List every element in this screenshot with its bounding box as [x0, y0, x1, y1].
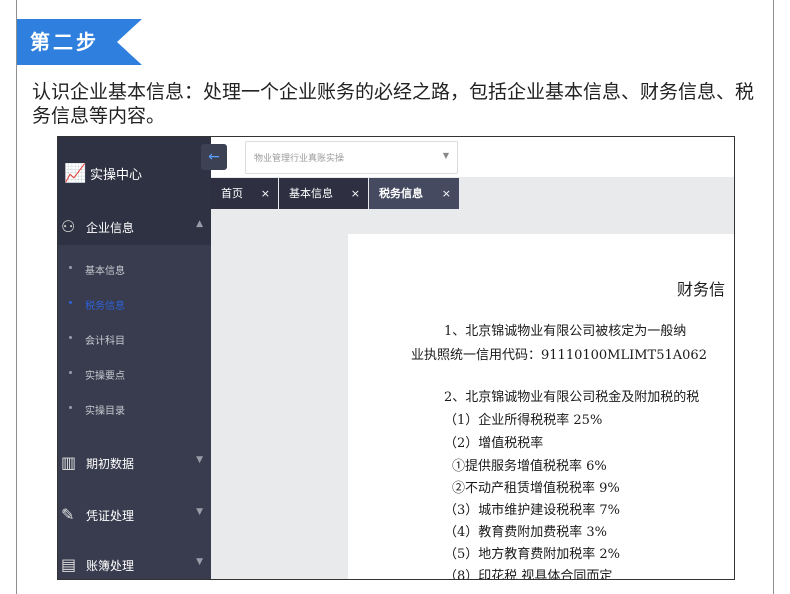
document-line: ②不动产租赁增值税税率 9% [452, 481, 620, 496]
bullet-icon [69, 301, 72, 304]
document-page: 财务信 1、北京锦诚物业有限公司被核定为一般纳 业执照统一信用代码：911101… [348, 234, 734, 579]
sidebar: 📈 实操中心 ⚇ 企业信息 ▲ 基本信息 税务信息 会计科目 实操要点 实操目录 [58, 137, 211, 579]
document-title: 财务信 [677, 280, 726, 299]
sidebar-item-label: 实操目录 [85, 406, 125, 417]
sidebar-group-opening-label: 期初数据 [86, 457, 135, 471]
sidebar-item-label: 税务信息 [85, 301, 125, 312]
document-line: 1、北京锦诚物业有限公司被核定为一般纳 [444, 324, 687, 339]
tab-basic-info[interactable]: 基本信息 × [279, 178, 368, 209]
bar-chart-icon: ▥ [61, 453, 77, 472]
company-select[interactable]: 物业管理行业真账实操 ▼ [245, 141, 458, 174]
close-icon[interactable]: × [351, 178, 360, 209]
sidebar-group-opening-data[interactable]: ▥ 期初数据 ▼ [58, 445, 211, 481]
edit-document-icon: ✎ [61, 505, 75, 524]
sidebar-collapse-button[interactable]: ← [201, 144, 227, 170]
document-line: （2）增值税税率 [444, 436, 544, 451]
bullet-icon [69, 371, 72, 374]
sidebar-group-voucher-label: 凭证处理 [86, 509, 135, 523]
tab-label: 税务信息 [379, 187, 423, 200]
chevron-down-icon: ▼ [196, 455, 203, 465]
tab-label: 基本信息 [289, 187, 333, 200]
app-screenshot: 📈 实操中心 ⚇ 企业信息 ▲ 基本信息 税务信息 会计科目 实操要点 实操目录 [57, 136, 735, 580]
frame-right-border [773, 0, 774, 594]
sidebar-item-label: 会计科目 [85, 336, 125, 347]
tab-tax-info[interactable]: 税务信息 × [369, 178, 459, 209]
top-bar: 物业管理行业真账实操 ▼ [211, 137, 734, 177]
frame-left-border [16, 0, 17, 594]
bullet-icon [69, 266, 72, 269]
sidebar-group-ledger[interactable]: ▤ 账簿处理 ▼ [58, 547, 211, 579]
bullet-icon [69, 406, 72, 409]
document-line: 2、北京锦诚物业有限公司税金及附加税的税 [444, 390, 700, 405]
presentation-board-icon: 📈 [64, 163, 87, 184]
step-label: 第二步 [30, 30, 99, 54]
tab-label: 首页 [221, 187, 243, 200]
document-line: （1）企业所得税税率 25% [444, 413, 603, 428]
users-icon: ⚇ [61, 217, 76, 236]
tab-bar: 首页 × 基本信息 × 税务信息 × [211, 178, 734, 209]
sidebar-group-voucher[interactable]: ✎ 凭证处理 ▼ [58, 497, 211, 533]
chevron-down-icon: ▼ [196, 507, 203, 517]
tab-home[interactable]: 首页 × [211, 178, 278, 209]
document-line: ①提供服务增值税税率 6% [452, 459, 607, 474]
sidebar-item-key-points[interactable]: 实操要点 [58, 360, 211, 390]
chevron-down-icon: ▼ [442, 151, 449, 160]
sidebar-item-accounts[interactable]: 会计科目 [58, 325, 211, 355]
intro-text: 认识企业基本信息：处理一个企业账务的必经之路，包括企业基本信息、财务信息、税务信… [32, 81, 755, 127]
sidebar-item-catalog[interactable]: 实操目录 [58, 395, 211, 425]
sidebar-item-basic-info[interactable]: 基本信息 [58, 255, 211, 285]
sidebar-group-ledger-label: 账簿处理 [86, 559, 135, 573]
document-line: 业执照统一信用代码：91110100MLIMT51A062 [411, 348, 707, 363]
document-line: （4）教育费附加费税率 3% [444, 525, 608, 540]
sidebar-group-enterprise[interactable]: ⚇ 企业信息 ▲ [58, 209, 211, 245]
sidebar-item-label: 基本信息 [85, 266, 125, 277]
document-line: （3）城市维护建设税税率 7% [444, 503, 621, 518]
brand-label: 实操中心 [90, 168, 143, 183]
close-icon[interactable]: × [261, 178, 270, 209]
clipboard-icon: ▤ [61, 555, 77, 574]
chevron-down-icon: ▼ [196, 557, 203, 567]
chevron-up-icon: ▲ [196, 219, 203, 229]
sidebar-item-label: 实操要点 [85, 371, 125, 382]
document-line: （5）地方教育费附加税率 2% [444, 547, 621, 562]
bullet-icon [69, 336, 72, 339]
close-icon[interactable]: × [442, 178, 451, 209]
document-line: （8）印花税 视具体合同而定 [444, 569, 613, 579]
arrow-left-icon: ← [208, 149, 220, 165]
sidebar-group-enterprise-label: 企业信息 [86, 221, 135, 235]
company-select-value: 物业管理行业真账实操 [254, 154, 345, 164]
sidebar-item-tax-info[interactable]: 税务信息 [58, 290, 211, 320]
sidebar-brand[interactable]: 📈 实操中心 [58, 137, 211, 209]
